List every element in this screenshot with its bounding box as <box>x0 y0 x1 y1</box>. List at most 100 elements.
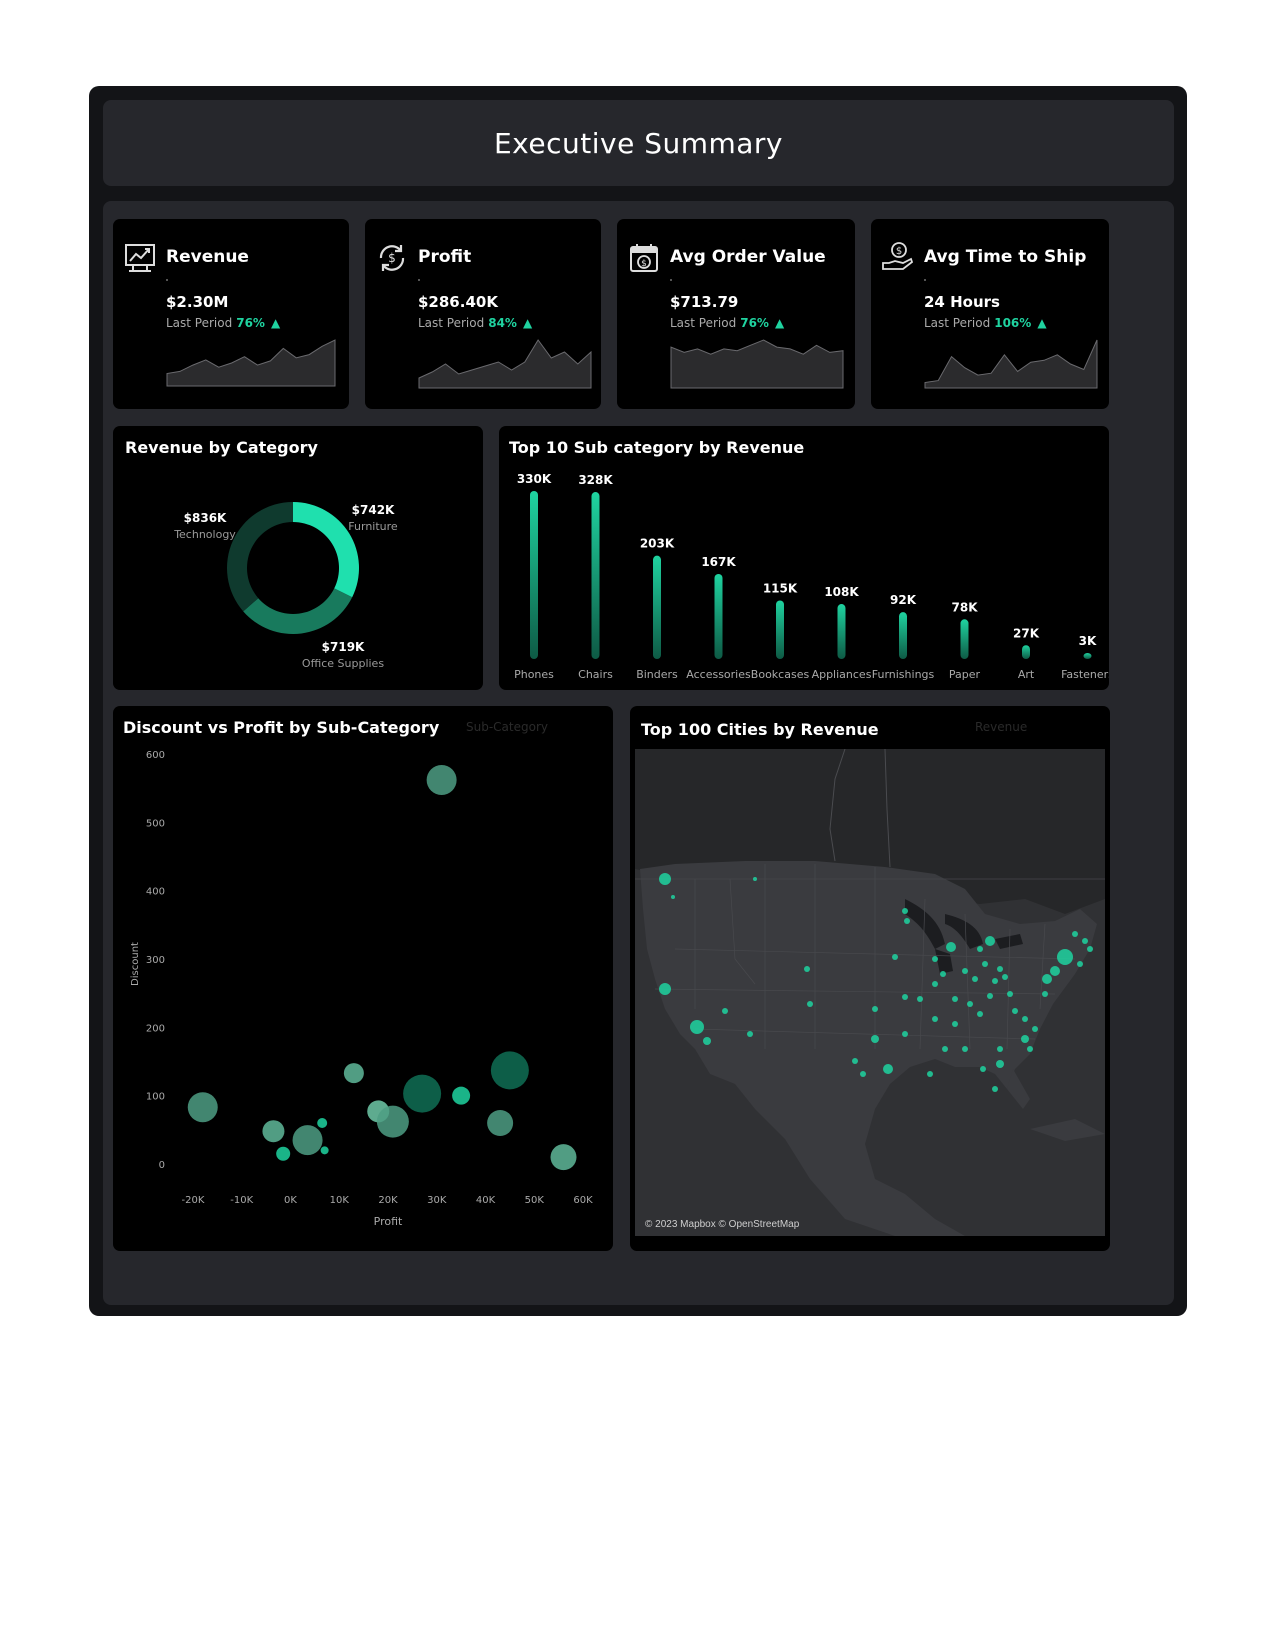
city-marker[interactable] <box>997 1046 1003 1052</box>
kpi-card-avg-time-to-ship[interactable]: $ Avg Time to Ship 24 Hours Last Period 1… <box>871 219 1109 409</box>
city-marker[interactable] <box>807 1001 813 1007</box>
city-marker[interactable] <box>952 1021 958 1027</box>
scatter-point[interactable] <box>452 1086 471 1105</box>
divider-dot <box>670 279 672 281</box>
city-marker[interactable] <box>980 1066 986 1072</box>
city-marker[interactable] <box>992 978 998 984</box>
city-marker[interactable] <box>703 1037 711 1045</box>
bar[interactable] <box>1022 645 1030 659</box>
city-marker[interactable] <box>904 918 910 924</box>
map-credit: © 2023 Mapbox © OpenStreetMap <box>645 1219 800 1230</box>
scatter-point[interactable] <box>292 1125 323 1156</box>
donut-slice[interactable] <box>293 502 359 598</box>
donut-slice[interactable] <box>227 502 293 612</box>
city-marker[interactable] <box>659 983 671 995</box>
scatter-point[interactable] <box>376 1105 409 1138</box>
city-marker[interactable] <box>690 1020 704 1034</box>
city-marker[interactable] <box>940 971 946 977</box>
city-marker[interactable] <box>962 1046 968 1052</box>
city-marker[interactable] <box>659 873 671 885</box>
city-marker[interactable] <box>883 1064 893 1074</box>
scatter-point[interactable] <box>490 1051 529 1090</box>
city-marker[interactable] <box>927 1071 933 1077</box>
city-marker[interactable] <box>997 966 1003 972</box>
dashboard-content: Revenue $2.30M Last Period 76% ▲ $ Profit … <box>103 201 1174 1305</box>
city-marker[interactable] <box>992 1086 998 1092</box>
city-marker[interactable] <box>1022 1016 1028 1022</box>
bar[interactable] <box>591 492 600 659</box>
city-marker[interactable] <box>946 942 956 952</box>
city-marker[interactable] <box>1087 946 1093 952</box>
city-marker[interactable] <box>972 976 978 982</box>
calendar-dollar-icon: $ <box>627 241 661 275</box>
city-marker[interactable] <box>892 954 898 960</box>
city-marker[interactable] <box>902 1031 908 1037</box>
city-marker[interactable] <box>932 956 938 962</box>
city-marker[interactable] <box>852 1058 858 1064</box>
bar[interactable] <box>837 604 846 659</box>
city-marker[interactable] <box>1042 991 1048 997</box>
city-marker[interactable] <box>987 993 993 999</box>
map-view[interactable]: © 2023 Mapbox © OpenStreetMap <box>635 749 1105 1236</box>
city-marker[interactable] <box>1032 1026 1038 1032</box>
scatter-point[interactable] <box>550 1144 577 1171</box>
bar[interactable] <box>960 619 969 659</box>
card-title: Top 100 Cities by Revenue <box>641 720 879 739</box>
city-marker[interactable] <box>1042 974 1052 984</box>
city-marker[interactable] <box>722 1008 728 1014</box>
city-marker[interactable] <box>977 946 983 952</box>
bar[interactable] <box>899 612 907 659</box>
city-marker[interactable] <box>671 895 675 899</box>
city-marker[interactable] <box>996 1060 1004 1068</box>
city-marker[interactable] <box>1012 1008 1018 1014</box>
city-marker[interactable] <box>932 1016 938 1022</box>
city-marker[interactable] <box>860 1071 866 1077</box>
city-marker[interactable] <box>1021 1035 1029 1043</box>
scatter-point[interactable] <box>426 764 457 795</box>
city-marker[interactable] <box>952 996 958 1002</box>
city-marker[interactable] <box>942 1046 948 1052</box>
city-marker[interactable] <box>753 877 757 881</box>
kpi-card-avg-order-value[interactable]: $ Avg Order Value $713.79 Last Period 76%… <box>617 219 855 409</box>
scatter-point[interactable] <box>276 1146 291 1161</box>
city-marker[interactable] <box>1050 966 1060 976</box>
city-marker[interactable] <box>917 996 923 1002</box>
bar[interactable] <box>530 491 538 659</box>
city-marker[interactable] <box>1057 949 1073 965</box>
city-marker[interactable] <box>804 966 810 972</box>
scatter-point[interactable] <box>343 1063 364 1084</box>
ghost-legend-label: Revenue <box>975 720 1028 734</box>
city-marker[interactable] <box>1027 1046 1033 1052</box>
city-marker[interactable] <box>985 936 995 946</box>
city-marker[interactable] <box>982 961 988 967</box>
city-marker[interactable] <box>1007 991 1013 997</box>
city-marker[interactable] <box>747 1031 753 1037</box>
city-marker[interactable] <box>902 994 908 1000</box>
city-marker[interactable] <box>977 1011 983 1017</box>
city-marker[interactable] <box>962 968 968 974</box>
bar[interactable] <box>776 600 784 659</box>
city-marker[interactable] <box>1002 974 1008 980</box>
slice-category-label: Office Supplies <box>302 657 384 670</box>
up-arrow-icon: ▲ <box>270 316 281 330</box>
city-marker[interactable] <box>1072 931 1078 937</box>
city-marker[interactable] <box>967 1001 973 1007</box>
scatter-point[interactable] <box>403 1074 442 1113</box>
city-marker[interactable] <box>872 1006 878 1012</box>
city-marker[interactable] <box>1077 961 1083 967</box>
kpi-card-revenue[interactable]: Revenue $2.30M Last Period 76% ▲ <box>113 219 349 409</box>
city-marker[interactable] <box>932 981 938 987</box>
bar[interactable] <box>653 555 661 659</box>
donut-slice[interactable] <box>243 588 353 634</box>
bar[interactable] <box>1083 653 1092 659</box>
scatter-point[interactable] <box>320 1146 329 1155</box>
bar[interactable] <box>714 573 723 659</box>
city-marker[interactable] <box>871 1035 879 1043</box>
scatter-point[interactable] <box>487 1110 514 1136</box>
city-marker[interactable] <box>1082 938 1088 944</box>
scatter-point[interactable] <box>262 1120 285 1143</box>
scatter-point[interactable] <box>317 1118 328 1128</box>
kpi-card-profit[interactable]: $ Profit $286.40K Last Period 84% ▲ <box>365 219 601 409</box>
scatter-point[interactable] <box>187 1092 218 1123</box>
city-marker[interactable] <box>902 908 908 914</box>
